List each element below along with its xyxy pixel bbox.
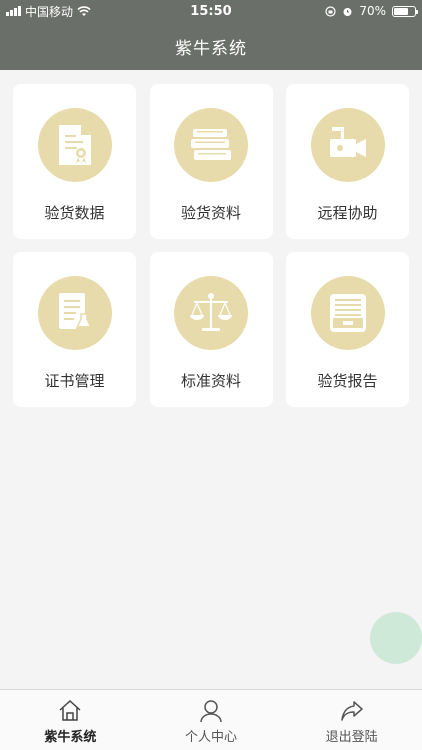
- battery-percent: 70%: [359, 4, 386, 18]
- tab-logout[interactable]: 退出登陆: [281, 690, 422, 750]
- user-icon: [200, 700, 222, 723]
- menu-item-inspection-report[interactable]: 验货报告: [286, 252, 409, 407]
- menu-item-label: 验货数据: [44, 204, 105, 222]
- tab-label: 退出登陆: [325, 730, 378, 745]
- carrier-name: 中国移动: [25, 4, 74, 19]
- page-title: 紫牛系统: [175, 38, 247, 59]
- status-left: 中国移动: [6, 3, 146, 20]
- certificate-document-icon: [58, 125, 91, 165]
- menu-grid: 验货数据 验货资料 远程协助 证书管理 标准资料 验货报告: [13, 84, 409, 407]
- menu-item-label: 验货资料: [180, 204, 241, 222]
- tab-home[interactable]: 紫牛系统: [0, 690, 141, 750]
- balance-scale-icon: [190, 293, 232, 331]
- icon-circle: [310, 276, 385, 350]
- home-icon: [59, 699, 81, 721]
- nav-bar: 紫牛系统: [0, 22, 422, 70]
- video-camera-icon: [329, 127, 366, 157]
- tab-bar: 紫牛系统 个人中心 退出登陆: [0, 689, 422, 750]
- tab-label: 个人中心: [185, 730, 238, 745]
- icon-circle: [310, 108, 385, 182]
- battery-icon: [392, 5, 418, 17]
- status-time: 15:50: [190, 3, 232, 19]
- books-stack-icon: [191, 129, 231, 160]
- status-bar: 中国移动 15:50 70%: [0, 0, 422, 22]
- document-flask-icon: [58, 293, 93, 331]
- icon-circle: [174, 108, 248, 182]
- menu-item-label: 远程协助: [317, 204, 378, 222]
- wifi-icon: [77, 5, 91, 16]
- share-arrow-icon: [340, 701, 363, 721]
- tab-label: 紫牛系统: [44, 730, 97, 745]
- menu-item-inspection-data[interactable]: 验货数据: [13, 84, 136, 239]
- menu-item-inspection-materials[interactable]: 验货资料: [149, 84, 273, 239]
- tab-profile[interactable]: 个人中心: [141, 690, 282, 750]
- signal-icon: [6, 6, 21, 16]
- battery-fill: [394, 7, 408, 15]
- menu-item-standard-materials[interactable]: 标准资料: [149, 252, 273, 407]
- alarm-icon: [343, 7, 352, 16]
- menu-item-remote-assistance[interactable]: 远程协助: [286, 84, 409, 239]
- menu-item-label: 标准资料: [180, 372, 241, 390]
- menu-item-certificate-management[interactable]: 证书管理: [13, 252, 136, 407]
- icon-circle: [37, 108, 112, 182]
- menu-item-label: 验货报告: [317, 372, 378, 390]
- file-tray-icon: [329, 294, 366, 332]
- menu-item-label: 证书管理: [44, 372, 105, 390]
- orientation-lock-icon: [325, 5, 336, 17]
- icon-circle: [174, 276, 248, 350]
- icon-circle: [37, 276, 112, 350]
- status-right: 70%: [276, 4, 418, 18]
- floating-action-button[interactable]: [370, 612, 422, 664]
